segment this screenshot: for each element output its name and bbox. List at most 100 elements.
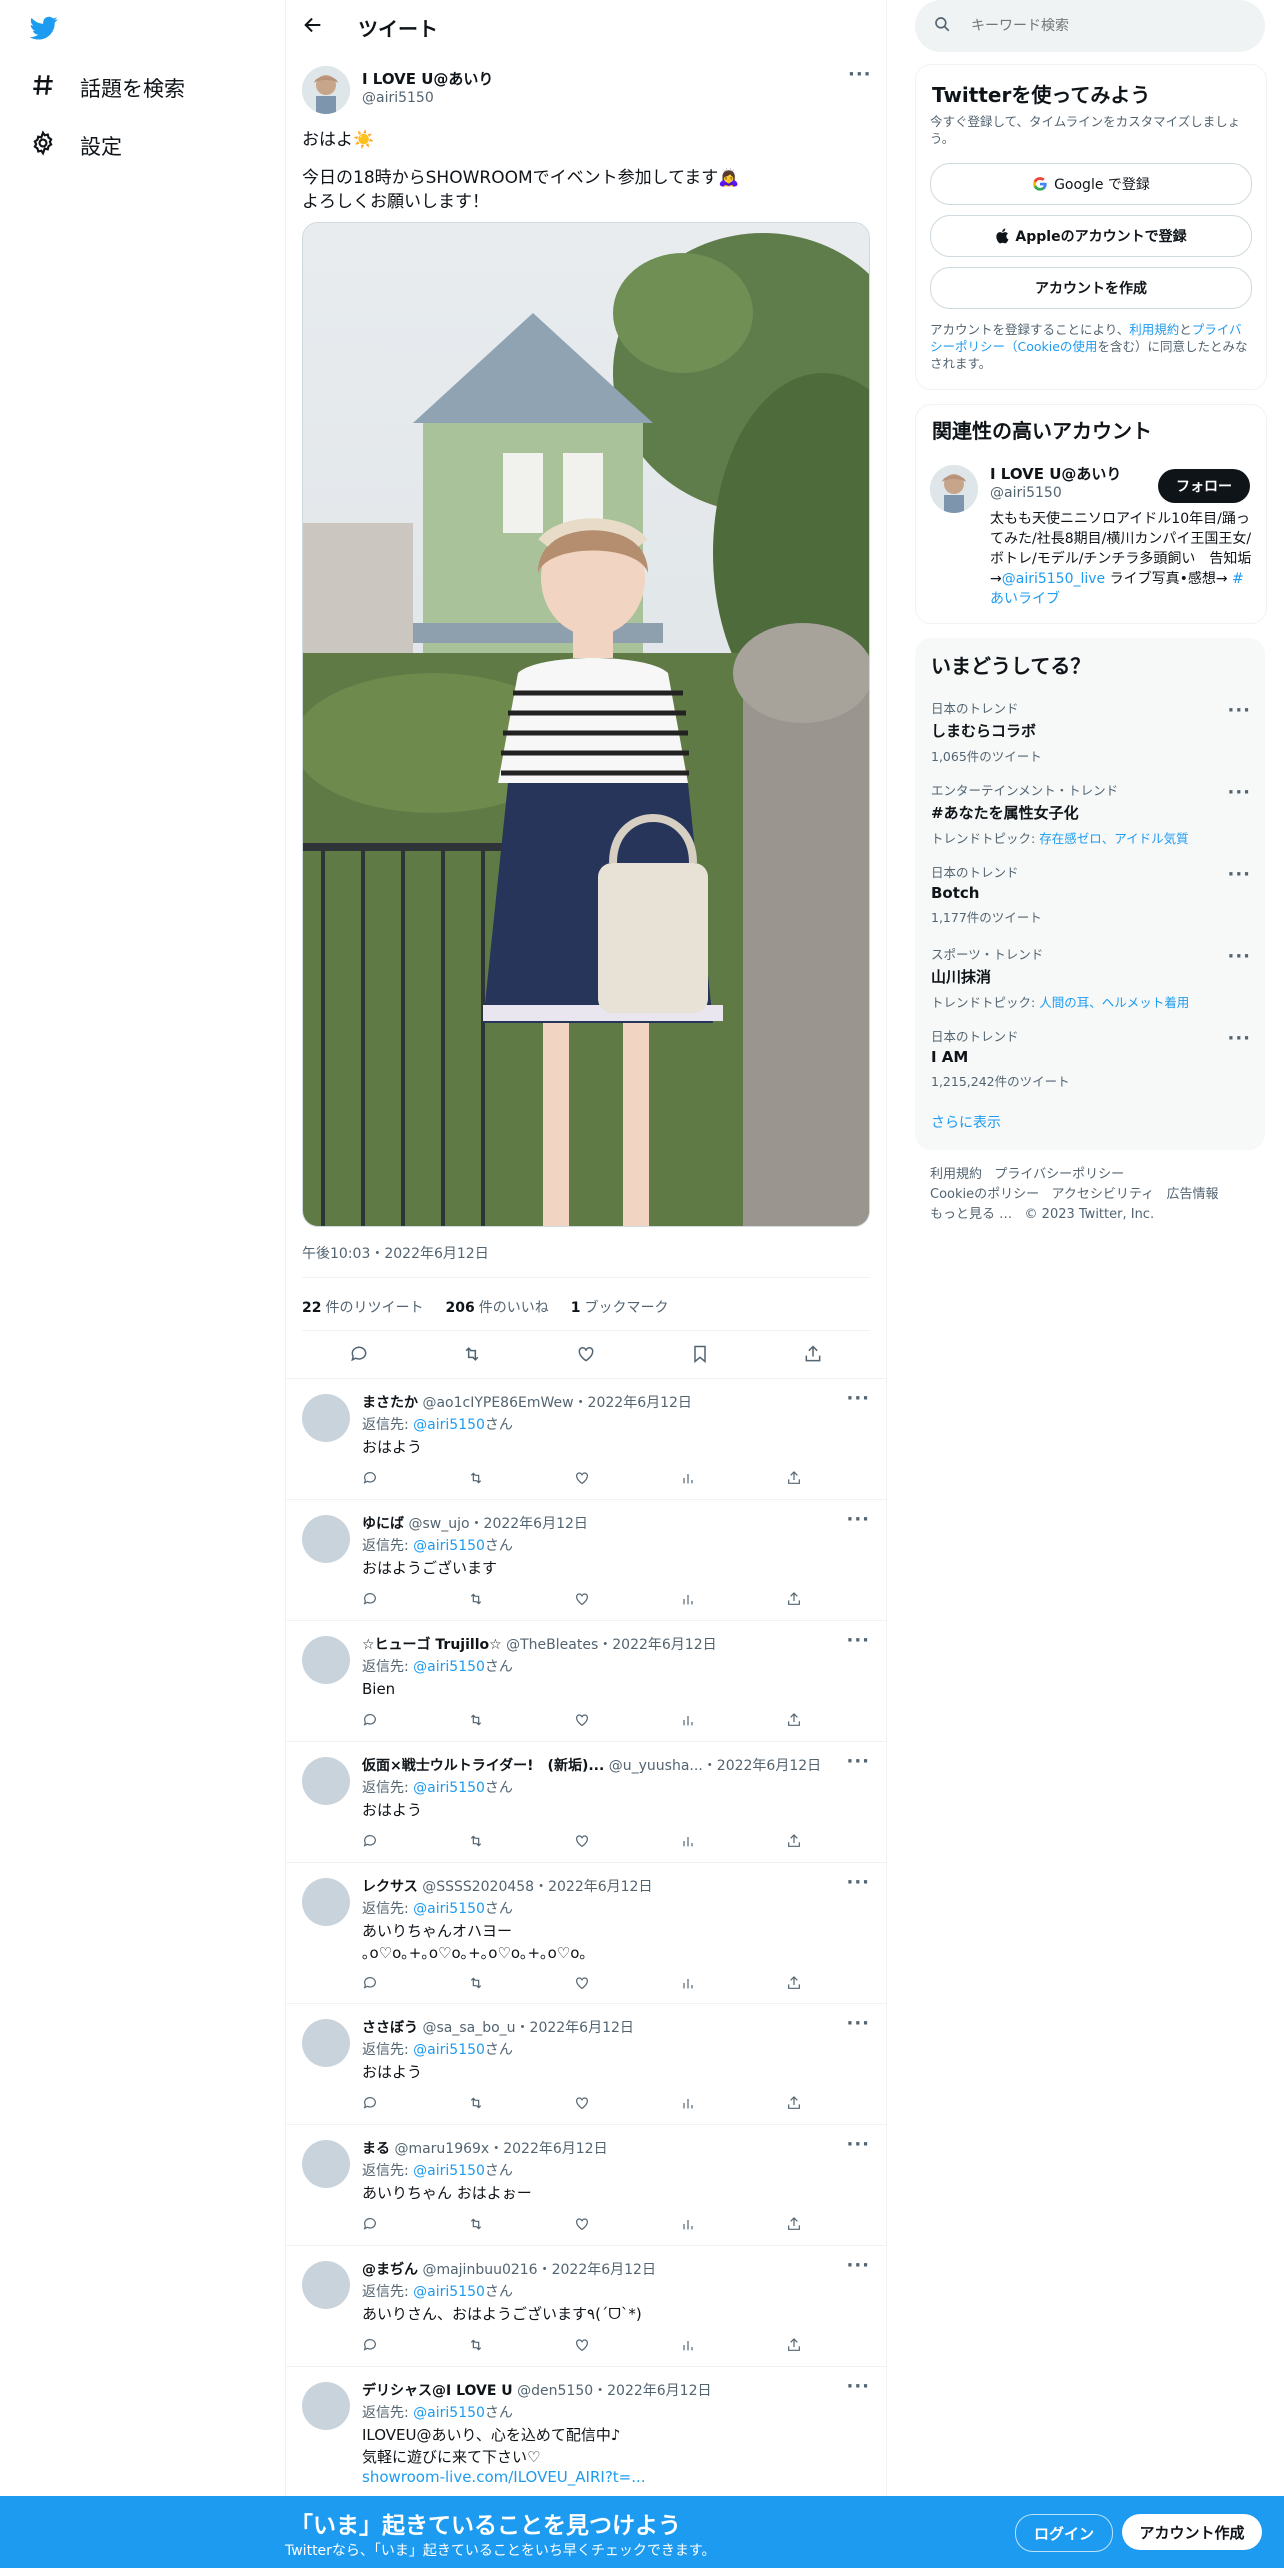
share-icon[interactable] [786, 1975, 802, 1995]
avatar[interactable] [302, 1394, 350, 1442]
more-options-icon[interactable]: ··· [848, 64, 872, 85]
retweet-icon[interactable] [468, 1470, 484, 1490]
avatar[interactable] [302, 66, 350, 114]
reply-icon[interactable] [362, 1470, 378, 1490]
like-icon[interactable] [574, 2216, 590, 2236]
reply-date[interactable]: ・2022年6月12日 [574, 1395, 692, 1411]
avatar[interactable] [302, 1757, 350, 1805]
more-options-icon[interactable]: ··· [846, 1509, 870, 1530]
reply-icon[interactable] [362, 1833, 378, 1853]
more-options-icon[interactable]: ··· [1227, 700, 1251, 721]
like-icon[interactable] [576, 1344, 596, 1364]
footer-link[interactable]: もっと見る … [930, 1207, 1012, 1222]
retweet-icon[interactable] [468, 1833, 484, 1853]
reply-date[interactable]: ・2022年6月12日 [538, 2262, 656, 2278]
like-icon[interactable] [574, 1591, 590, 1611]
more-options-icon[interactable]: ··· [1227, 1028, 1251, 1049]
more-options-icon[interactable]: ··· [846, 1872, 870, 1893]
reply-icon[interactable] [362, 1975, 378, 1995]
share-icon[interactable] [786, 2216, 802, 2236]
reply-date[interactable]: ・2022年6月12日 [593, 2383, 711, 2399]
share-icon[interactable] [803, 1344, 823, 1364]
more-options-icon[interactable]: ··· [846, 2134, 870, 2155]
reply-date[interactable]: ・2022年6月12日 [516, 2020, 634, 2036]
reply-tweet[interactable]: レクサス @SSSS2020458・2022年6月12日 ··· 返信先: @a… [286, 1862, 886, 2004]
retweet-count[interactable]: 22 件のリツイート [302, 1297, 423, 1317]
analytics-icon[interactable] [680, 1833, 696, 1853]
reply-author-name[interactable]: まる [362, 2141, 390, 2157]
reply-date[interactable]: ・2022年6月12日 [489, 2141, 607, 2157]
share-icon[interactable] [786, 1833, 802, 1853]
like-icon[interactable] [574, 1833, 590, 1853]
analytics-icon[interactable] [680, 1975, 696, 1995]
reply-author-name[interactable]: レクサス [362, 1879, 418, 1895]
apple-signup-button[interactable]: Appleのアカウントで登録 [930, 215, 1252, 257]
trend-item[interactable]: エンターテインメント・トレンド #あなたを属性女子化 トレンドトピック: 存在感… [931, 780, 1251, 847]
reply-tweet[interactable]: まる @maru1969x・2022年6月12日 ··· 返信先: @airi5… [286, 2124, 886, 2246]
nav-item-settings[interactable]: 設定 [30, 130, 122, 161]
signup-button[interactable]: アカウント作成 [1122, 2514, 1262, 2550]
more-options-icon[interactable]: ··· [846, 2255, 870, 2276]
like-icon[interactable] [574, 1712, 590, 1732]
twitter-bird-icon[interactable] [28, 14, 60, 46]
login-button[interactable]: ログイン [1015, 2514, 1113, 2552]
analytics-icon[interactable] [680, 2095, 696, 2115]
reply-tweet[interactable]: まさたか @ao1cIYPE86EmWew・2022年6月12日 ··· 返信先… [286, 1378, 886, 1500]
more-options-icon[interactable]: ··· [846, 1751, 870, 1772]
avatar[interactable] [302, 2019, 350, 2067]
share-icon[interactable] [786, 2095, 802, 2115]
nav-item-explore[interactable]: 話題を検索 [30, 72, 185, 103]
avatar[interactable] [302, 2382, 350, 2430]
reply-icon[interactable] [362, 2095, 378, 2115]
trend-item[interactable]: 日本のトレンド I AM 1,215,242件のツイート ··· [931, 1026, 1251, 1090]
retweet-icon[interactable] [462, 1344, 482, 1364]
trend-item[interactable]: 日本のトレンド Botch 1,177件のツイート ··· [931, 862, 1251, 926]
more-options-icon[interactable]: ··· [1227, 782, 1251, 803]
avatar[interactable] [930, 465, 978, 513]
retweet-icon[interactable] [468, 2337, 484, 2357]
retweet-icon[interactable] [468, 2216, 484, 2236]
google-signup-button[interactable]: Google で登録 [930, 163, 1252, 205]
reply-author-handle[interactable]: @majinbuu0216 [422, 2262, 537, 2278]
more-options-icon[interactable]: ··· [846, 2013, 870, 2034]
more-options-icon[interactable]: ··· [846, 2376, 870, 2397]
bio-link[interactable]: @airi5150_live [1002, 571, 1105, 587]
reply-tweet[interactable]: ☆ヒューゴ Trujillo☆ @TheBleates・2022年6月12日 ·… [286, 1620, 886, 1742]
reply-author-handle[interactable]: @SSSS2020458 [422, 1879, 534, 1895]
footer-link[interactable]: アクセシビリティ [1052, 1187, 1155, 1202]
like-icon[interactable] [574, 1470, 590, 1490]
reply-author-name[interactable]: 仮面×戦士ウルトライダー! (新垢)... [362, 1758, 604, 1774]
reply-author-handle[interactable]: @den5150 [517, 2383, 593, 2399]
more-options-icon[interactable]: ··· [846, 1630, 870, 1651]
avatar[interactable] [302, 2140, 350, 2188]
analytics-icon[interactable] [680, 1591, 696, 1611]
avatar[interactable] [302, 1878, 350, 1926]
reply-icon[interactable] [362, 2337, 378, 2357]
reply-tweet[interactable]: デリシャス@I LOVE U @den5150・2022年6月12日 ··· 返… [286, 2366, 886, 2500]
share-icon[interactable] [786, 1712, 802, 1732]
more-options-icon[interactable]: ··· [1227, 864, 1251, 885]
like-icon[interactable] [574, 2095, 590, 2115]
avatar[interactable] [302, 2261, 350, 2309]
analytics-icon[interactable] [680, 2216, 696, 2236]
follow-button[interactable]: フォロー [1158, 469, 1250, 503]
like-icon[interactable] [574, 1975, 590, 1995]
tweet-timestamp[interactable]: 午後10:03・2022年6月12日 [302, 1243, 489, 1263]
reply-icon[interactable] [362, 1591, 378, 1611]
trend-item[interactable]: スポーツ・トレンド 山川抹消 トレンドトピック: 人間の耳、ヘルメット着用 ··… [931, 944, 1251, 1011]
reply-author-name[interactable]: ゆにば [362, 1516, 404, 1532]
footer-link[interactable]: プライバシーポリシー [994, 1167, 1124, 1182]
reply-author-name[interactable]: デリシャス@I LOVE U [362, 2383, 513, 2399]
reply-link[interactable]: showroom-live.com/ILOVEU_AIRI?t=... [362, 2468, 646, 2486]
reply-icon[interactable] [349, 1344, 369, 1364]
author-handle[interactable]: @airi5150 [362, 90, 434, 106]
reply-date[interactable]: ・2022年6月12日 [703, 1758, 821, 1774]
share-icon[interactable] [786, 1591, 802, 1611]
reply-author-handle[interactable]: @u_yuusha... [609, 1758, 703, 1774]
share-icon[interactable] [786, 1470, 802, 1490]
bookmark-icon[interactable] [690, 1344, 710, 1364]
analytics-icon[interactable] [680, 1712, 696, 1732]
reply-author-name[interactable]: まさたか [362, 1395, 418, 1411]
retweet-icon[interactable] [468, 1975, 484, 1995]
reply-author-handle[interactable]: @sw_ujo [408, 1516, 469, 1532]
